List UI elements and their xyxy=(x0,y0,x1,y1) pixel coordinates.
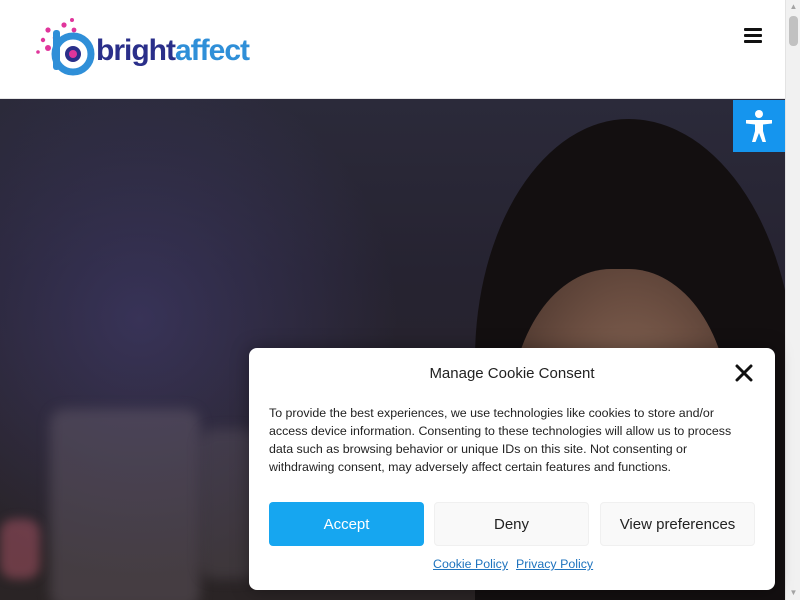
bokeh-light xyxy=(0,519,40,579)
cookie-policy-link[interactable]: Cookie Policy xyxy=(433,557,508,571)
accessibility-person-icon xyxy=(746,110,772,142)
cookie-consent-modal: Manage Cookie Consent To provide the bes… xyxy=(249,348,775,590)
site-header: brightaffect xyxy=(0,0,785,99)
modal-title: Manage Cookie Consent xyxy=(429,365,595,382)
hamburger-menu-icon[interactable] xyxy=(744,28,762,44)
accessibility-button[interactable] xyxy=(733,100,785,152)
logo-mark-icon xyxy=(36,18,95,76)
bokeh-light xyxy=(50,409,200,600)
menu-bar xyxy=(744,40,762,43)
logo-wordmark: brightaffect xyxy=(96,34,250,68)
menu-bar xyxy=(744,34,762,37)
scroll-thumb[interactable] xyxy=(789,16,798,46)
scroll-down-arrow-icon[interactable]: ▼ xyxy=(786,586,800,600)
deny-button[interactable]: Deny xyxy=(434,502,589,546)
page-scrollbar[interactable]: ▲ ▼ xyxy=(785,0,800,600)
close-x-icon xyxy=(735,364,753,382)
accept-button[interactable]: Accept xyxy=(269,502,424,546)
close-icon[interactable] xyxy=(735,364,753,382)
scroll-up-arrow-icon[interactable]: ▲ xyxy=(786,0,800,14)
privacy-policy-link[interactable]: Privacy Policy xyxy=(516,557,593,571)
cookie-consent-text: To provide the best experiences, we use … xyxy=(269,406,732,474)
logo-text-affect: affect xyxy=(174,34,250,67)
logo-text-bright: bright xyxy=(96,34,176,67)
brightaffect-logo[interactable]: brightaffect xyxy=(34,16,264,80)
menu-bar xyxy=(744,28,762,31)
view-preferences-button[interactable]: View preferences xyxy=(600,502,755,546)
